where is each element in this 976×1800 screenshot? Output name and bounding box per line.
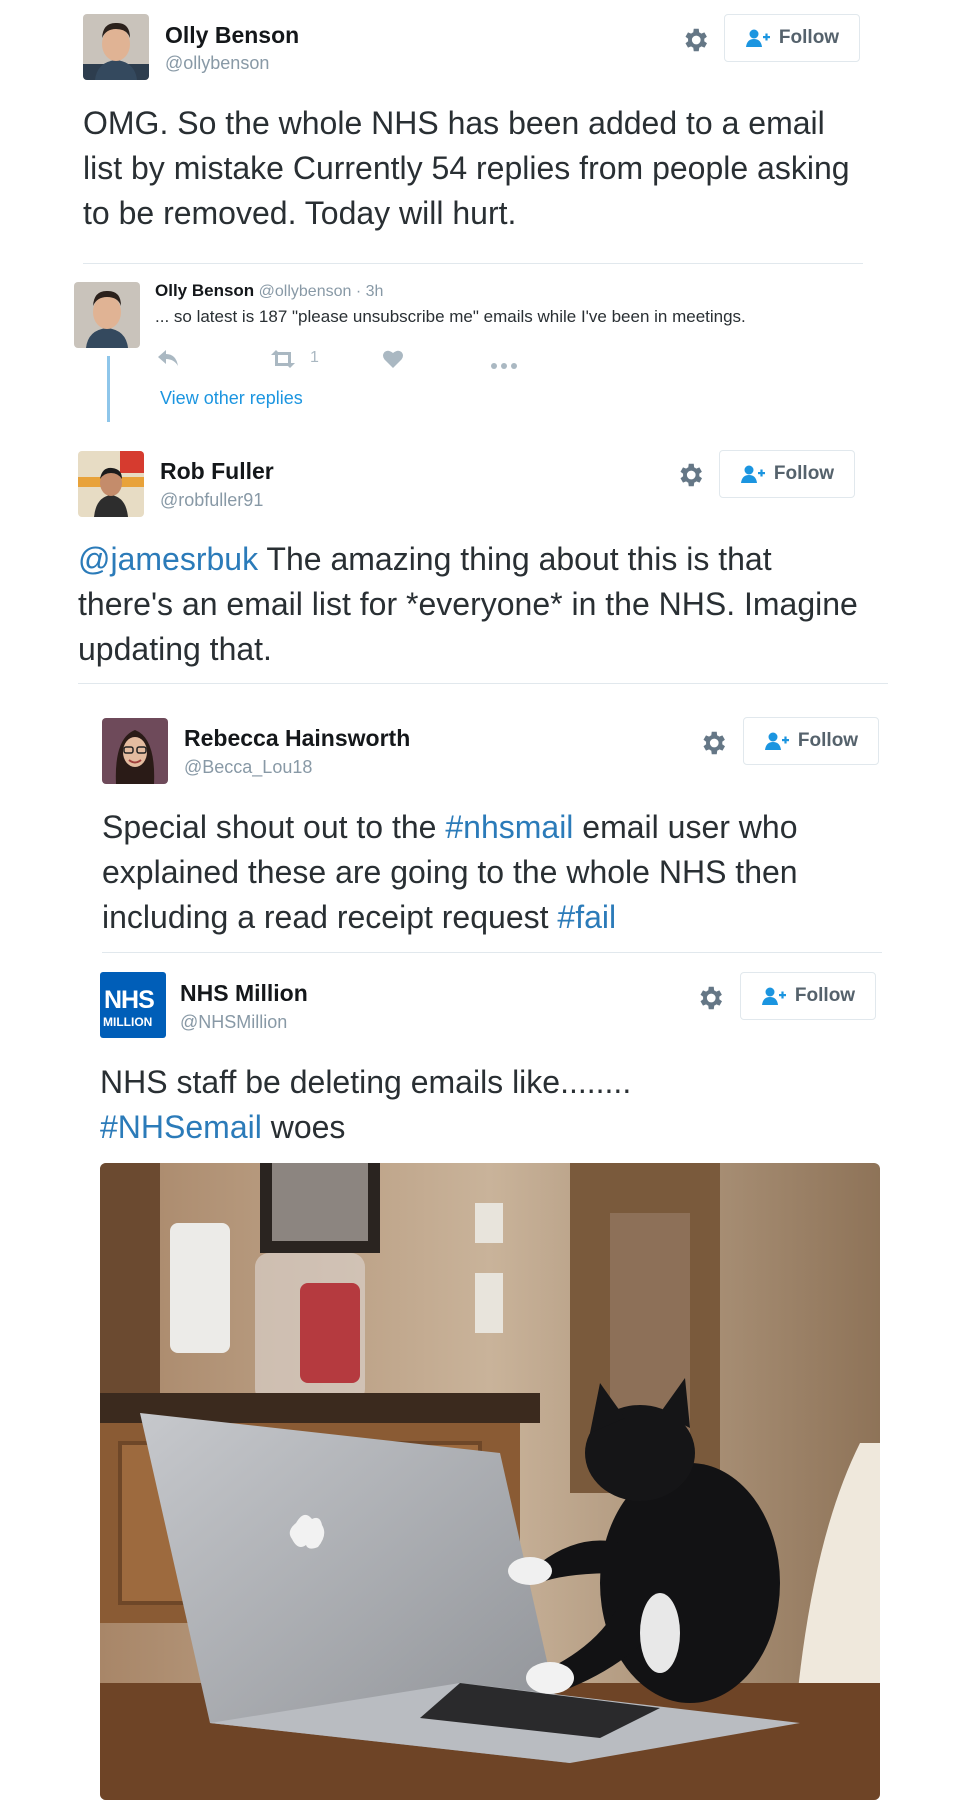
- avatar-rebecca-hainsworth[interactable]: [102, 718, 168, 784]
- cat-laptop-image: [100, 1163, 880, 1800]
- tweet-text: Special shout out to the #nhsmail email …: [102, 805, 882, 940]
- avatar-nhs-million[interactable]: NHS MILLION: [100, 972, 166, 1038]
- follow-user-icon: [761, 986, 787, 1006]
- tweet-author-handle[interactable]: @Becca_Lou18: [184, 757, 312, 778]
- like-icon[interactable]: [382, 349, 404, 374]
- retweet-count: 1: [310, 349, 319, 366]
- follow-label: Follow: [773, 463, 835, 484]
- tweet-text-line2: #NHSemail woes: [100, 1105, 900, 1150]
- tweet-author-name[interactable]: Rob Fuller: [160, 458, 274, 485]
- retweet-icon[interactable]: [268, 349, 298, 374]
- more-icon[interactable]: [490, 357, 518, 375]
- hashtag-link[interactable]: #nhsmail: [445, 809, 573, 845]
- tweet-text: OMG. So the whole NHS has been added to …: [83, 105, 850, 231]
- separator: [102, 952, 882, 953]
- tweet-author-name[interactable]: Olly Benson: [165, 22, 299, 49]
- avatar-rob-fuller[interactable]: [78, 451, 144, 517]
- tweet-text: NHS staff be deleting emails like.......…: [100, 1060, 900, 1150]
- follow-button[interactable]: Follow: [743, 717, 879, 765]
- tweet-text-line: NHS staff be deleting emails like.......…: [100, 1064, 632, 1100]
- reply-icon[interactable]: [156, 348, 180, 373]
- hashtag-link[interactable]: #fail: [557, 899, 616, 935]
- avatar-olly-benson-reply[interactable]: [74, 282, 140, 348]
- tweet-media-gif[interactable]: [100, 1163, 880, 1800]
- avatar-olly-benson[interactable]: [83, 14, 149, 80]
- follow-button[interactable]: Follow: [719, 450, 855, 498]
- tweet-author-name[interactable]: NHS Million: [180, 980, 308, 1007]
- follow-label: Follow: [778, 27, 840, 48]
- tweet-author-handle[interactable]: @robfuller91: [160, 490, 263, 511]
- gear-icon[interactable]: [698, 728, 728, 758]
- reply-time[interactable]: · 3h: [356, 283, 384, 300]
- reply-header: Olly Benson @ollybenson · 3h: [155, 281, 383, 301]
- tweet-rebecca-hainsworth: Rebecca Hainsworth @Becca_Lou18 Follow S…: [0, 700, 976, 955]
- hashtag-link[interactable]: #NHSemail: [100, 1109, 262, 1145]
- mention-link[interactable]: @jamesrbuk: [78, 541, 258, 577]
- thread-line: [107, 356, 110, 422]
- follow-label: Follow: [797, 730, 859, 751]
- tweet-author-handle[interactable]: @ollybenson: [165, 53, 269, 74]
- tweet-author-name[interactable]: Rebecca Hainsworth: [184, 725, 410, 752]
- tweet-text: @jamesrbuk The amazing thing about this …: [78, 537, 858, 672]
- follow-label: Follow: [794, 985, 856, 1006]
- follow-user-icon: [745, 28, 771, 48]
- tweet-text-part: Special shout out to the: [102, 809, 446, 845]
- view-other-replies-link[interactable]: View other replies: [160, 388, 303, 409]
- gear-icon[interactable]: [675, 460, 705, 490]
- follow-user-icon: [764, 731, 790, 751]
- avatar-logo-text-bottom: MILLION: [103, 1015, 153, 1029]
- follow-button[interactable]: Follow: [724, 14, 860, 62]
- avatar-logo-text-top: NHS: [104, 986, 155, 1014]
- separator: [83, 263, 863, 264]
- reply-author-name[interactable]: Olly Benson: [155, 281, 254, 300]
- follow-user-icon: [740, 464, 766, 484]
- tweet-nhs-million: NHS MILLION NHS Million @NHSMillion Foll…: [0, 955, 976, 1800]
- reply-olly-benson: Olly Benson @ollybenson · 3h ... so late…: [0, 270, 976, 422]
- tweet-rob-fuller: Rob Fuller @robfuller91 Follow @jamesrbu…: [0, 440, 976, 685]
- gear-icon[interactable]: [695, 983, 725, 1013]
- gear-icon[interactable]: [680, 25, 710, 55]
- separator: [78, 683, 888, 684]
- tweet-olly-benson: Olly Benson @ollybenson Follow OMG. So t…: [0, 0, 976, 265]
- reply-author-handle[interactable]: @ollybenson: [259, 283, 352, 300]
- tweet-author-handle[interactable]: @NHSMillion: [180, 1012, 287, 1033]
- follow-button[interactable]: Follow: [740, 972, 876, 1020]
- tweet-text-part: woes: [261, 1109, 346, 1145]
- reply-text: ... so latest is 187 "please unsubscribe…: [155, 307, 746, 326]
